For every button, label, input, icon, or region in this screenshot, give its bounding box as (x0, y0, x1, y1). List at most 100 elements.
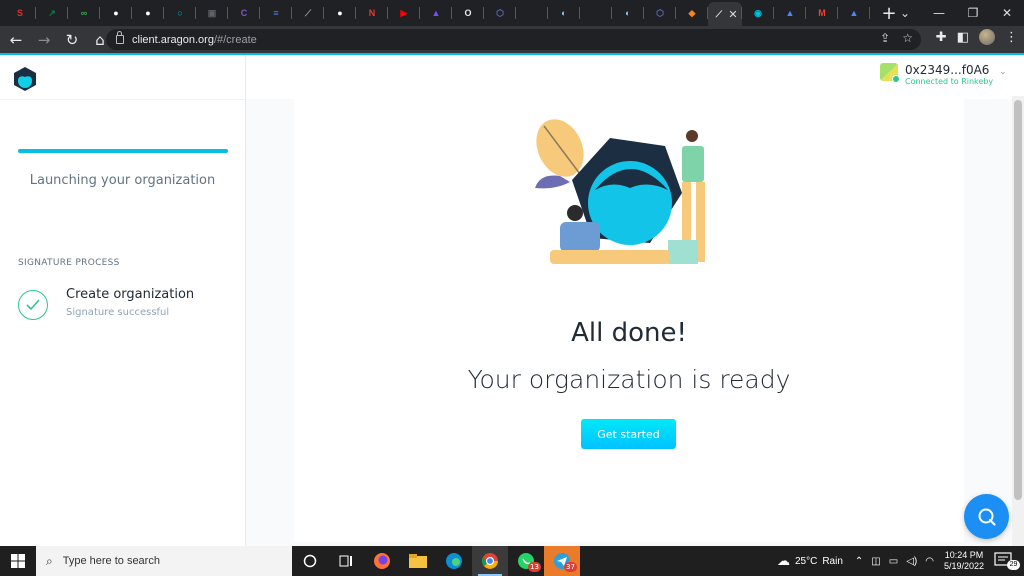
profile-avatar[interactable] (979, 29, 995, 45)
scrollbar-thumb[interactable] (1014, 100, 1022, 500)
triangle-blue-icon-2: ▲ (849, 8, 859, 18)
whatsapp-icon[interactable]: 13 (508, 546, 544, 576)
chart-green-icon: ↗ (48, 7, 56, 18)
windows-start-icon[interactable] (0, 546, 36, 576)
s-red-icon: S (16, 8, 23, 18)
browser-tab-4[interactable]: ● (132, 2, 164, 24)
youtube-icon: ▶ (400, 7, 408, 18)
browser-tab-6[interactable]: ▣ (196, 2, 228, 24)
browser-tab-21[interactable]: ◆ (676, 2, 708, 24)
metamask-fox-icon: ◆ (688, 7, 696, 18)
c-purple-icon: C (240, 8, 248, 18)
close-window-icon[interactable]: ✕ (990, 6, 1024, 20)
browser-tab-3[interactable]: ● (100, 2, 132, 24)
browser-tab-after-0[interactable]: ◉ (742, 2, 774, 24)
weather-desc: Rain (822, 555, 843, 567)
launch-progress-fill (18, 149, 228, 153)
step-status: Signature successful (66, 307, 170, 318)
tab-close-icon[interactable]: ✕ (728, 8, 737, 21)
o-white-icon: O (464, 8, 472, 18)
blank-tab-icon (526, 7, 539, 20)
browser-tab-17[interactable]: ◐ (548, 2, 580, 24)
wifi-icon[interactable]: ◠ (925, 556, 934, 567)
extensions-puzzle-icon[interactable]: ✚ (936, 30, 947, 45)
side-panel-icon[interactable]: ◧ (957, 30, 969, 45)
triangle-purple-icon: ▲ (431, 8, 441, 18)
firefox-icon[interactable] (364, 546, 400, 576)
browser-tab-after-1[interactable]: ▲ (774, 2, 806, 24)
taskbar-search-box[interactable]: ⌕ Type here to search (36, 546, 292, 576)
task-view-icon[interactable] (328, 546, 364, 576)
leaf-icon: ⟋ (715, 8, 723, 19)
scrollbar[interactable] (1012, 96, 1024, 546)
blank-tab-icon-2 (590, 7, 603, 20)
check-circle-icon (18, 290, 48, 320)
browser-tab-8[interactable]: ≡ (260, 2, 292, 24)
menu-kebab-icon[interactable]: ⋮ (1005, 30, 1018, 45)
leaf-icon: ⟋ (304, 7, 312, 18)
browser-tab-2[interactable]: ∞ (68, 2, 100, 24)
bookmark-star-icon[interactable]: ☆ (902, 31, 913, 45)
launching-label: Launching your organization (29, 173, 216, 188)
telegram-icon[interactable]: 37 (544, 546, 580, 576)
notification-count: 29 (1007, 560, 1020, 570)
tab-search-icon[interactable]: ⌄ (888, 6, 922, 20)
hexagon-blue-icon-2: ⬡ (656, 7, 664, 18)
n-red-icon: N (368, 8, 376, 18)
taskbar-clock[interactable]: 10:24 PM 5/19/2022 (944, 550, 984, 572)
browser-tab-20[interactable]: ⬡ (644, 2, 676, 24)
browser-tab-15[interactable]: ⬡ (484, 2, 516, 24)
chrome-icon[interactable] (472, 546, 508, 576)
address-bar[interactable]: client.aragon.org/#/create ⇪ ☆ (106, 29, 921, 50)
browser-tab-active[interactable]: ⟋ ✕ (708, 2, 742, 26)
forward-icon[interactable]: → (32, 28, 56, 52)
browser-tab-after-2[interactable]: M (806, 2, 838, 24)
browser-tab-12[interactable]: ▶ (388, 2, 420, 24)
identicon-avatar (880, 63, 900, 83)
taskbar-search-placeholder: Type here to search (62, 555, 160, 567)
white-circle-icon-3: ● (337, 8, 343, 18)
browser-tab-13[interactable]: ▲ (420, 2, 452, 24)
browser-tab-19[interactable]: ◐ (612, 2, 644, 24)
moon-blue-icon: ◐ (561, 8, 567, 18)
minimize-icon[interactable]: — (922, 6, 956, 20)
signature-process-heading: SIGNATURE PROCESS (18, 258, 120, 268)
browser-tab-16[interactable] (516, 2, 548, 24)
browser-tab-strip: S ↗ ∞ ● ● ○ ▣ C ≡ ⟋ ● N ▶ ▲ O ⬡ ◐ ◐ ⬡ ◆ ⟋ ✕ ◉ ▲ M ▲ + (0, 0, 1024, 26)
reload-icon[interactable]: ↻ (60, 28, 84, 52)
ring-cyan-icon: ○ (177, 8, 183, 18)
aragon-logo-icon[interactable] (12, 66, 38, 92)
docs-blue-icon: ≡ (273, 8, 279, 18)
battery-icon[interactable]: ▭ (889, 556, 898, 567)
browser-tab-10[interactable]: ● (324, 2, 356, 24)
browser-tab-9[interactable]: ⟋ (292, 2, 324, 24)
browser-tab-11[interactable]: N (356, 2, 388, 24)
get-started-button[interactable]: Get started (581, 419, 676, 449)
restore-icon[interactable]: ❐ (956, 6, 990, 20)
notifications-icon[interactable]: 29 (994, 552, 1020, 570)
browser-tab-5[interactable]: ○ (164, 2, 196, 24)
chevron-up-icon[interactable]: ⌃ (855, 556, 863, 567)
celebration-illustration (535, 119, 705, 264)
account-badge[interactable]: 0x2349...f0A6 Connected to Rinkeby ⌄ (880, 63, 1007, 87)
white-circle-icon-2: ● (145, 8, 151, 18)
clock-date: 5/19/2022 (943, 561, 984, 571)
browser-tab-1[interactable]: ↗ (36, 2, 68, 24)
cortana-icon[interactable] (292, 546, 328, 576)
browser-tab-18[interactable] (580, 2, 612, 24)
browser-tab-0[interactable]: S (4, 2, 36, 24)
browser-tab-after-3[interactable]: ▲ (838, 2, 870, 24)
rain-cloud-icon: ☁ (776, 553, 790, 568)
file-explorer-icon[interactable] (400, 546, 436, 576)
search-icon: ⌕ (46, 553, 53, 568)
share-icon[interactable]: ⇪ (880, 31, 890, 45)
help-chat-button[interactable] (964, 494, 1009, 539)
weather-widget[interactable]: ☁ 25°C Rain (777, 553, 843, 569)
edge-icon[interactable] (436, 546, 472, 576)
telegram-badge: 37 (564, 562, 577, 572)
meet-now-icon[interactable]: ◫ (871, 556, 880, 567)
browser-tab-7[interactable]: C (228, 2, 260, 24)
back-icon[interactable]: ← (4, 28, 28, 52)
browser-tab-14[interactable]: O (452, 2, 484, 24)
volume-icon[interactable]: ◁) (906, 556, 917, 567)
